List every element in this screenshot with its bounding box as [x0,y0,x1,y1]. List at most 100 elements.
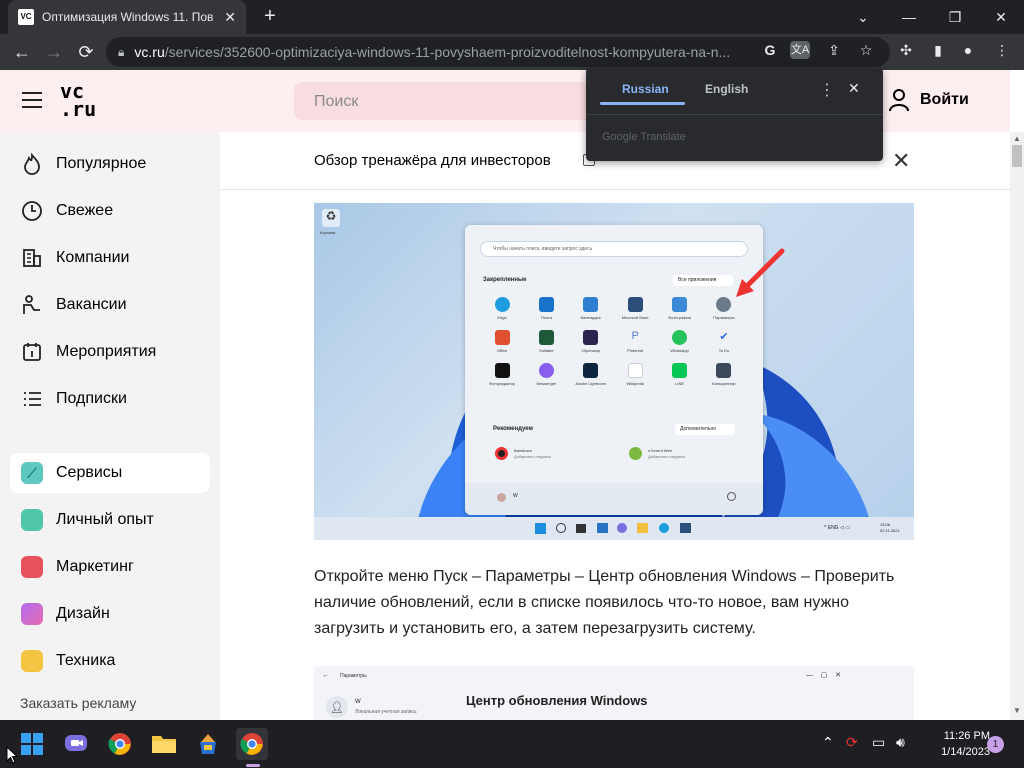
bookmark-star-icon[interactable]: ☆ [856,41,876,59]
sidebar: Популярное Свежее Компании Вакансии Меро… [0,132,220,720]
user-icon [889,89,909,112]
sidebar-item-label: Компании [56,249,130,266]
person-desk-icon [20,293,44,317]
file-explorer-icon[interactable] [148,728,180,760]
menu-kebab-icon[interactable]: ⋮ [992,41,1012,59]
windows-start-icon[interactable] [16,728,48,760]
marketing-icon [20,555,44,579]
promo-link[interactable]: Обзор тренажёра для инвесторов [314,152,551,169]
page-scrollbar[interactable]: ▲ ▼ [1010,132,1024,720]
sidebar-item-label: Мероприятия [56,343,157,360]
forward-button[interactable]: → [42,40,66,64]
sidebar-item-label: Свежее [56,202,114,219]
browser-tab[interactable]: VC Оптимизация Windows 11. Пов ✕ [8,0,246,34]
sync-alert-icon[interactable]: ⟳ [846,734,858,751]
sidebar-item-personal-experience[interactable]: Личный опыт [10,500,210,540]
tray-chevron-up-icon[interactable]: ⌃ [822,734,834,751]
sidebar-item-label: Техника [56,652,116,669]
share-icon[interactable]: ⇪ [824,41,844,59]
volume-icon[interactable]: 🔊︎ [896,734,905,751]
translate-popup: Russian English ⋮ ✕ Google Translate [586,68,883,161]
side-panel-icon[interactable]: ▮ [928,41,948,59]
translate-tab-target[interactable]: English [705,82,748,96]
building-icon [20,246,44,270]
order-ad-link[interactable]: Заказать рекламу [20,695,136,711]
minimize-button[interactable]: — [894,4,924,30]
sidebar-item-label: Личный опыт [56,511,154,528]
taskbar-clock[interactable]: 11:26 PM 1/14/2023 [918,728,990,760]
sidebar-item-label: Маркетинг [56,558,134,575]
img2-avatar-icon: 👤︎ [326,696,348,718]
tab-title: Оптимизация Windows 11. Пов [42,10,214,24]
img2-user: W [355,699,361,705]
new-tab-button[interactable]: + [258,6,282,28]
clock-icon [20,199,44,223]
chrome-icon[interactable] [104,728,136,760]
login-button[interactable]: Войти [888,88,969,112]
back-button[interactable]: ← [10,40,34,64]
restore-button[interactable]: ❐ [940,4,970,30]
tab-search-chevron-icon[interactable]: ⌄ [848,4,878,30]
teams-chat-icon[interactable] [60,728,92,760]
sidebar-item-fresh[interactable]: Свежее [10,191,210,231]
sidebar-item-subscriptions[interactable]: Подписки [10,379,210,419]
reload-button[interactable]: ⟳ [74,40,98,64]
img2-user-sub: Локальная учетная запись [355,709,417,715]
vc-logo[interactable]: vc .ru [60,81,97,121]
promo-close-icon[interactable]: ✕ [892,148,910,174]
profile-icon[interactable]: ● [958,41,978,59]
hamburger-menu-icon[interactable] [22,92,42,108]
translate-icon[interactable]: 文A [790,41,810,59]
windows-start-menu-image[interactable]: ♻ Корзина Чтобы начать поиск, введите за… [314,203,914,540]
active-app-indicator [246,764,260,767]
search-input[interactable]: Поиск [294,82,594,120]
google-lens-icon[interactable]: G [760,41,780,59]
scroll-down-icon[interactable]: ▼ [1013,706,1021,715]
extensions-icon[interactable]: ✣ [896,41,916,59]
sidebar-item-marketing[interactable]: Маркетинг [10,547,210,587]
sidebar-item-design[interactable]: Дизайн [10,594,210,634]
windows-taskbar: ⌃ ⟳ ▭ 🔊︎ 11:26 PM 1/14/2023 [0,720,1024,768]
translate-close-icon[interactable]: ✕ [848,80,860,97]
scroll-up-icon[interactable]: ▲ [1013,134,1021,143]
logo-line-2: .ru [60,97,97,121]
sidebar-item-popular[interactable]: Популярное [10,144,210,184]
app-store-bag-icon[interactable] [192,728,224,760]
browser-toolbar: ← → ⟳ 🔒︎ vc.ru/services/352600-optimizac… [0,34,1024,70]
article-content: Обзор тренажёра для инвесторов ✕ ♻ Корзи… [220,132,1010,720]
notification-badge[interactable]: 1 [987,736,1004,753]
sidebar-item-companies[interactable]: Компании [10,238,210,278]
img2-back-icon: ← [322,672,329,679]
services-icon: ⟋ [20,461,44,485]
sidebar-item-tech[interactable]: Техника [10,641,210,681]
windows-update-image[interactable]: ← Параметры — ▢ ✕ 👤︎ W Локальная учетная… [314,666,914,720]
img2-breadcrumb: Параметры [340,673,367,679]
sidebar-item-events[interactable]: Мероприятия [10,332,210,372]
scrollbar-thumb[interactable] [1012,145,1022,167]
sidebar-item-vacancies[interactable]: Вакансии [10,285,210,325]
divider [586,114,883,115]
start-button-in-image [535,523,546,534]
sidebar-item-label: Сервисы [56,464,123,481]
translate-tab-source[interactable]: Russian [622,82,669,96]
lock-icon[interactable]: 🔒︎ [118,45,124,60]
flame-icon [20,152,44,176]
mouse-cursor-icon [6,746,18,764]
login-label: Войти [920,91,969,108]
chrome-active-icon[interactable] [236,728,268,760]
personal-experience-icon [20,508,44,532]
article-paragraph: Откройте меню Пуск – Параметры – Центр о… [314,568,895,637]
tab-strip: VC Оптимизация Windows 11. Пов ✕ + ⌄ — ❐… [0,0,1024,34]
translate-options-icon[interactable]: ⋮ [819,80,835,100]
list-icon [20,387,44,411]
calendar-icon [20,340,44,364]
google-translate-brand: Google Translate [602,131,686,143]
clock-time: 11:26 PM [943,730,990,742]
tech-icon [20,649,44,673]
sidebar-item-label: Популярное [56,155,147,172]
window-close-button[interactable]: ✕ [986,4,1016,30]
network-icon[interactable]: ▭ [872,734,885,751]
sidebar-item-services[interactable]: ⟋ Сервисы [10,453,210,493]
tab-close-icon[interactable]: ✕ [224,9,236,26]
sidebar-item-label: Дизайн [56,605,110,622]
